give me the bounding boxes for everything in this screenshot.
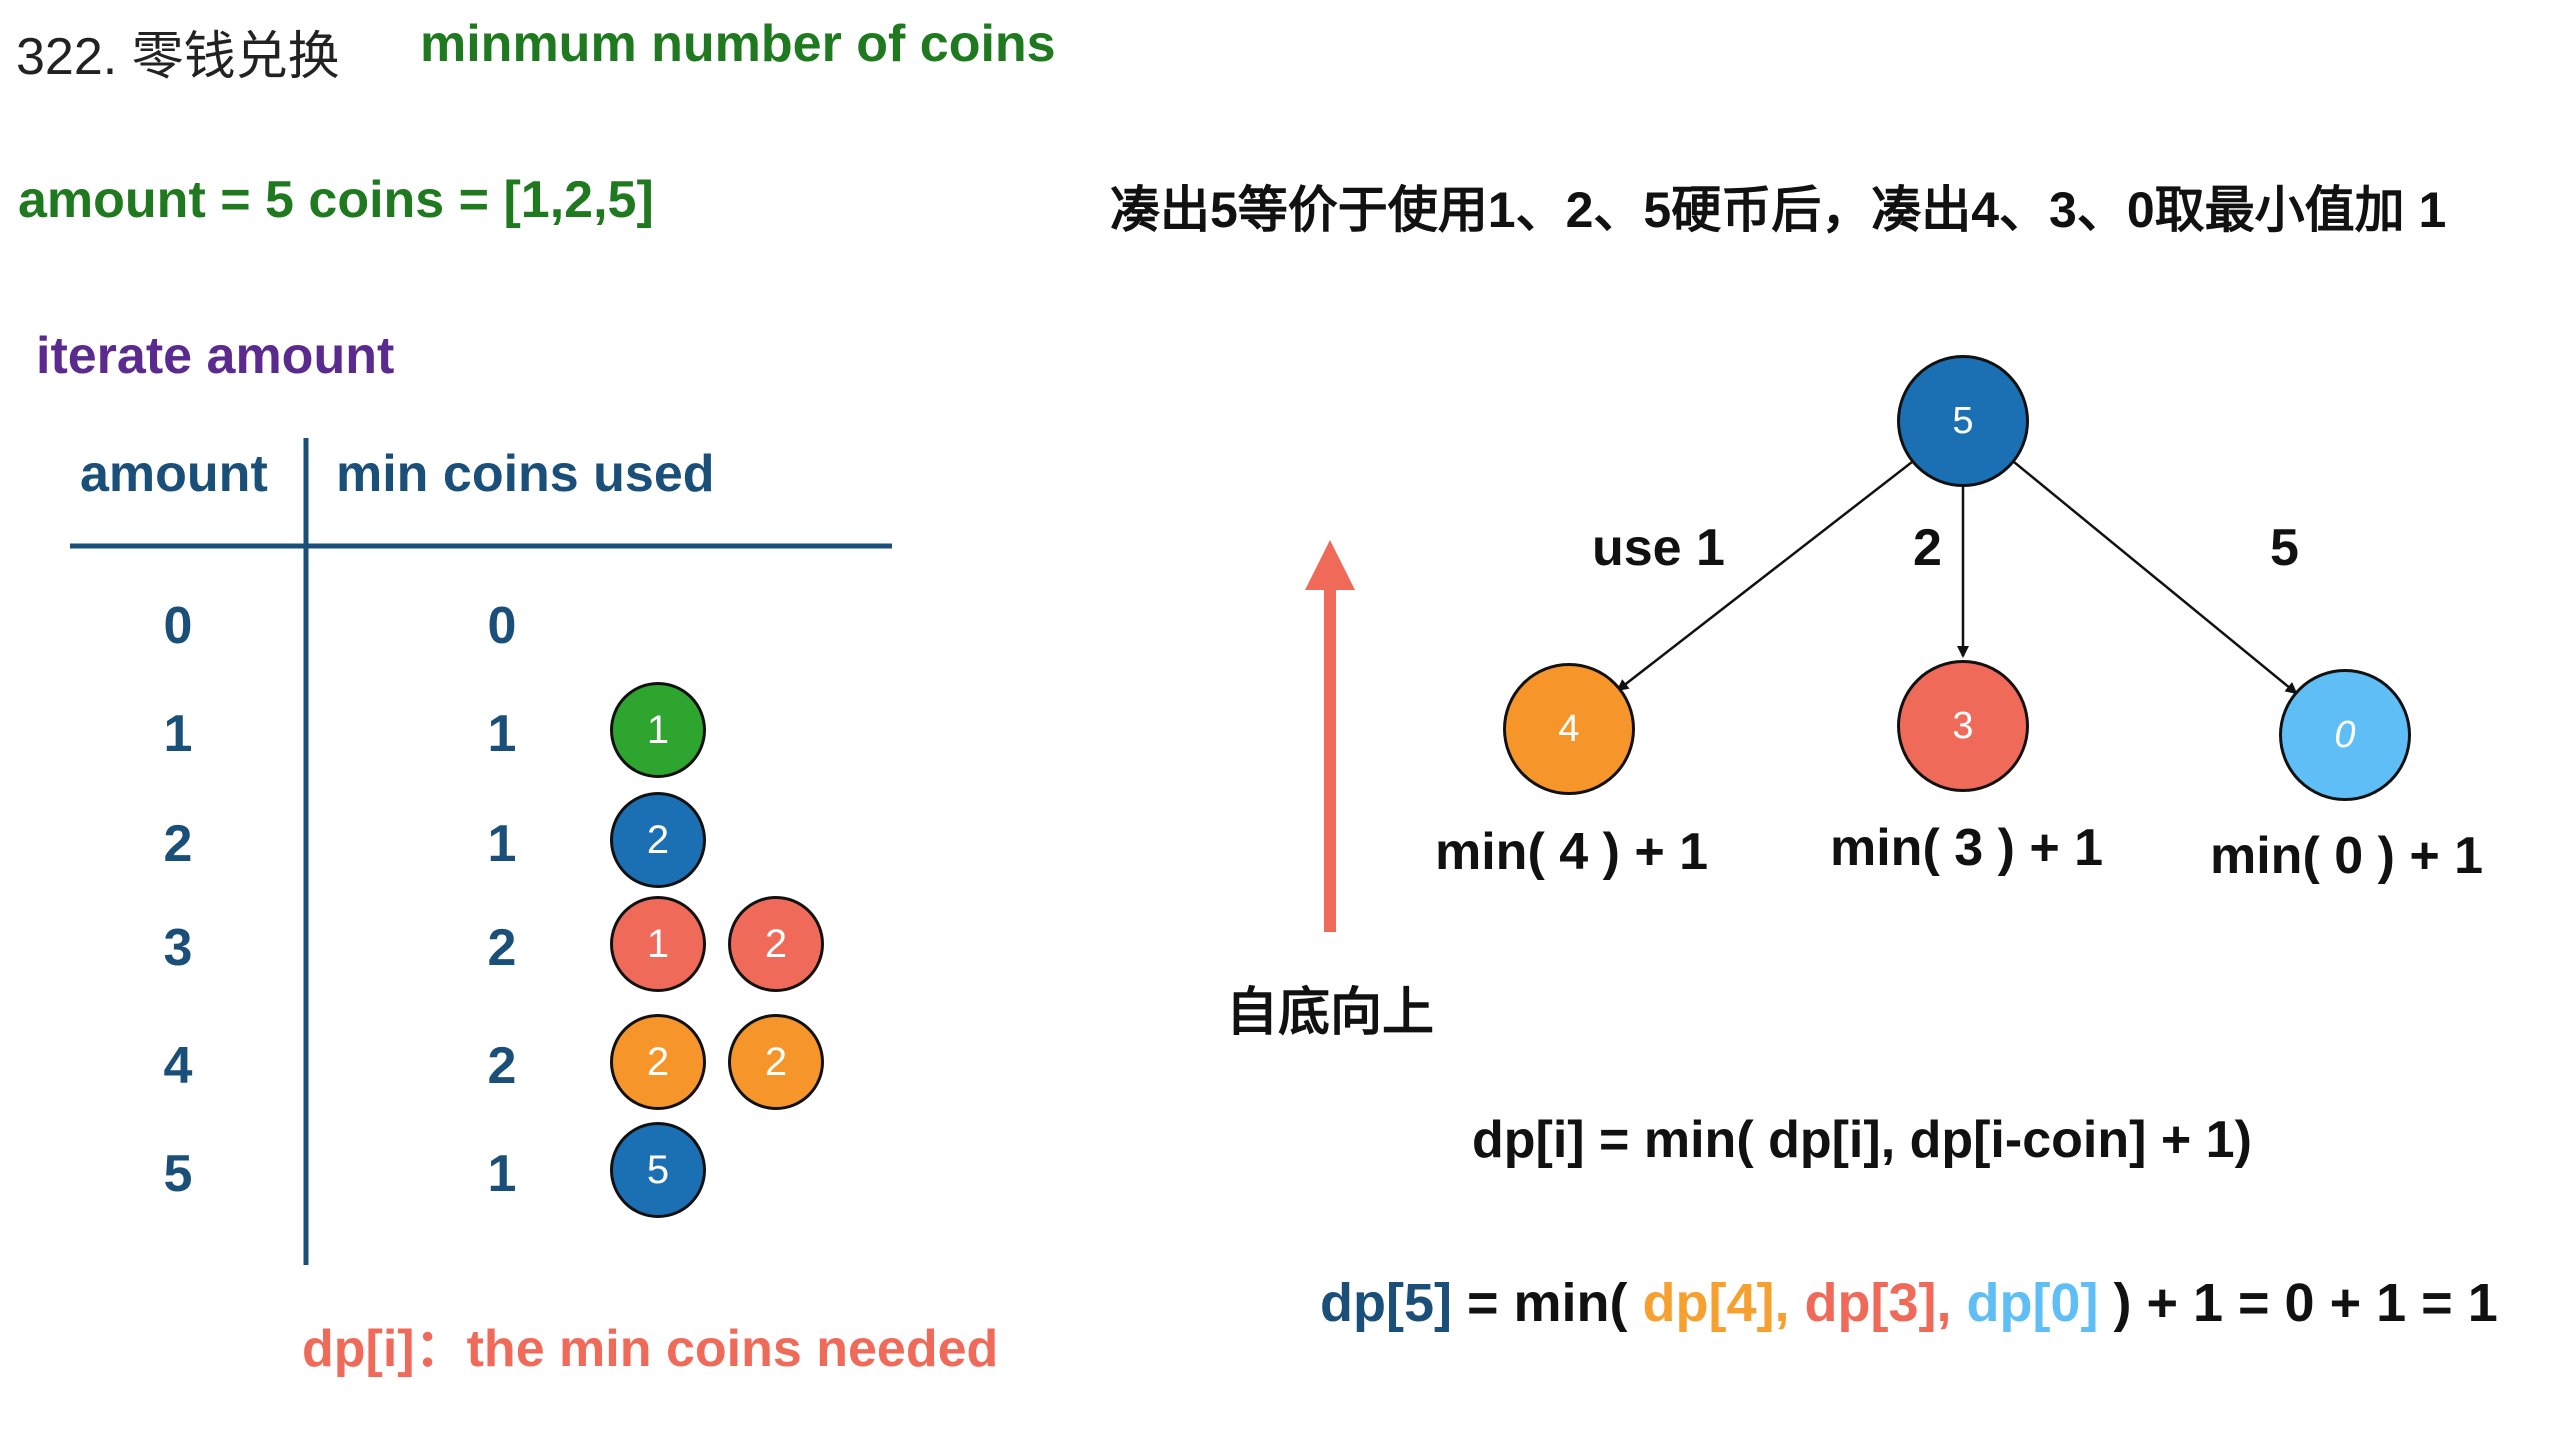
min-label-4: min( 4 ) + 1 <box>1435 823 1709 881</box>
tree-root-node: 5 <box>1897 355 2029 487</box>
tree-child-label: 3 <box>1952 704 1974 747</box>
edge-label-5: 5 <box>2270 519 2299 577</box>
tree-root-label: 5 <box>1952 399 1974 442</box>
formula-dp3: dp[3], <box>1789 1273 1952 1333</box>
tree-edges <box>1305 461 2298 932</box>
formula-dp5: dp[5] <box>1320 1273 1452 1333</box>
formula-result: ) + 1 = 0 + 1 = 1 <box>2098 1273 2498 1333</box>
tree-child-node-3: 3 <box>1897 660 2029 792</box>
formula-dp4: dp[4], <box>1642 1273 1790 1333</box>
edge-label-use-1: use 1 <box>1592 519 1725 577</box>
formula-min: = min( <box>1451 1273 1643 1333</box>
tree-child-label: 4 <box>1558 707 1580 750</box>
tree-child-node-4: 4 <box>1503 663 1635 795</box>
min-label-0: min( 0 ) + 1 <box>2210 827 2484 885</box>
bottom-up-label: 自底向上 <box>1226 984 1435 1042</box>
edge-to-0 <box>2013 461 2298 695</box>
edge-label-2: 2 <box>1913 519 1942 577</box>
tree-child-label: 0 <box>2334 713 2356 756</box>
example-formula: dp[5] = min( dp[4], dp[3], dp[0] ) + 1 =… <box>1320 1272 2498 1334</box>
tree-child-node-0: 0 <box>2279 669 2411 801</box>
formula-dp0: dp[0] <box>1951 1273 2099 1333</box>
min-label-3: min( 3 ) + 1 <box>1830 819 2104 877</box>
recurrence-formula: dp[i] = min( dp[i], dp[i-coin] + 1) <box>1472 1111 2252 1169</box>
